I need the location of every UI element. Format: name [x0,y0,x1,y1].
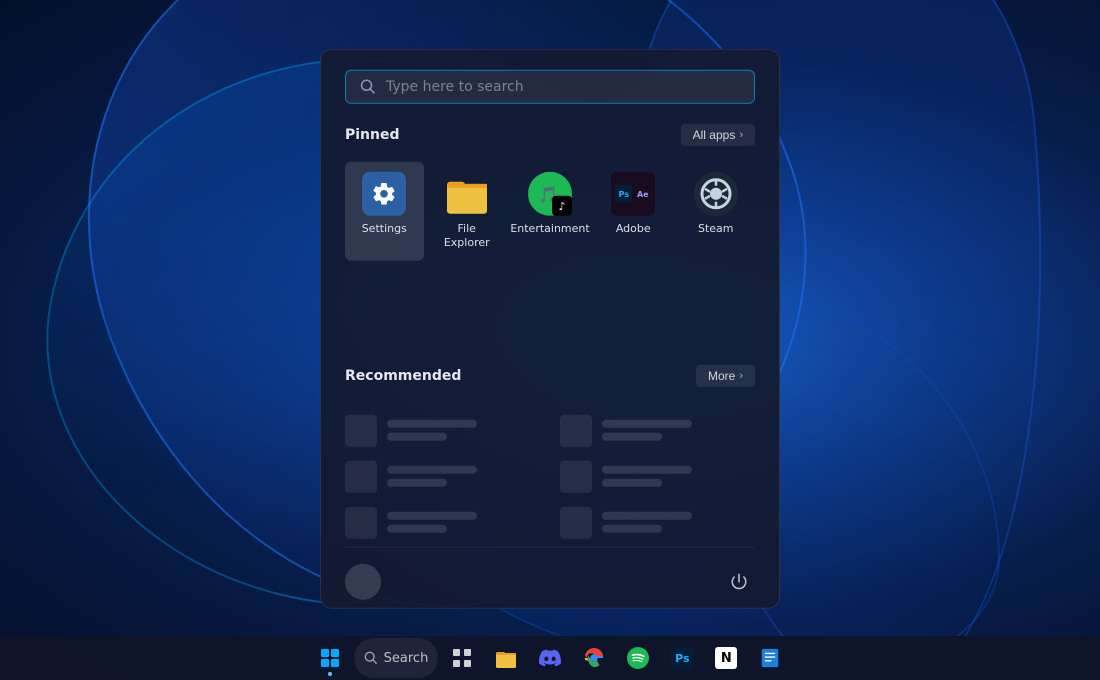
taskbar: Search [0,636,1100,680]
taskbar-photoshop[interactable]: Ps [662,638,702,678]
rec-item-3[interactable] [345,506,540,538]
recommended-title: Recommended [345,367,461,383]
rec-line-1b [387,433,447,441]
adobe-label: Adobe [616,222,651,236]
user-area[interactable] [345,563,381,599]
taskbar-center: Search [310,638,791,678]
start-menu: Type here to search Pinned All apps › Se… [320,49,780,609]
search-icon [360,79,376,95]
taskbar-start-button[interactable] [310,638,350,678]
steam-icon [694,172,738,216]
recommended-header: Recommended More › [345,364,755,386]
windows-logo-icon [321,649,339,667]
rec-item-4[interactable] [560,414,755,446]
steam-label: Steam [698,222,734,236]
app-steam[interactable]: Steam [677,162,756,261]
taskbar-task-view[interactable] [442,638,482,678]
pinned-apps-grid: Settings File Explorer 🎵 [345,162,755,261]
rec-line-3a [387,512,477,520]
rec-line-3b [387,525,447,533]
file-explorer-icon [445,172,489,216]
taskbar-discord[interactable] [530,638,570,678]
rec-item-6[interactable] [560,506,755,538]
taskbar-notepad[interactable] [750,638,790,678]
rec-line-1a [387,420,477,428]
rec-text-5 [602,466,692,487]
entertainment-icon: 🎵 ♪ [528,172,572,216]
adobe-icon: Ps Ae [611,172,655,216]
rec-line-6b [602,525,662,533]
rec-text-4 [602,420,692,441]
rec-text-6 [602,512,692,533]
rec-icon-1 [345,414,377,446]
taskbar-ps-icon: Ps [671,647,693,669]
taskbar-chrome[interactable] [574,638,614,678]
app-file-explorer[interactable]: File Explorer [428,162,507,261]
rec-line-2b [387,479,447,487]
rec-column-left [345,414,540,538]
pinned-title: Pinned [345,127,400,143]
more-label: More [708,368,735,382]
pinned-header: Pinned All apps › [345,124,755,146]
rec-text-1 [387,420,477,441]
rec-icon-4 [560,414,592,446]
entertainment-label: Entertainment [510,222,589,236]
taskbar-search-label: Search [384,651,429,666]
rec-item-2[interactable] [345,460,540,492]
rec-item-1[interactable] [345,414,540,446]
taskbar-search-button[interactable]: Search [354,638,439,678]
taskbar-chrome-icon [583,647,605,669]
settings-icon [362,172,406,216]
rec-line-2a [387,466,477,474]
chevron-right-icon: › [739,129,743,141]
task-view-icon [452,648,472,668]
rec-line-4b [602,433,662,441]
rec-text-2 [387,466,477,487]
app-entertainment[interactable]: 🎵 ♪ Entertainment [510,162,590,261]
start-menu-bottom [345,546,755,599]
taskbar-spotify[interactable] [618,638,658,678]
rec-line-5a [602,466,692,474]
app-settings[interactable]: Settings [345,162,424,261]
taskbar-notion-icon: N [715,647,737,669]
more-chevron-icon: › [739,369,743,381]
search-bar[interactable]: Type here to search [345,70,755,104]
taskbar-file-explorer[interactable] [486,638,526,678]
app-adobe[interactable]: Ps Ae Adobe [594,162,673,261]
rec-text-3 [387,512,477,533]
power-button[interactable] [723,565,755,597]
user-avatar [345,563,381,599]
taskbar-notion[interactable]: N [706,638,746,678]
taskbar-search-icon [364,651,378,665]
recommended-section: Recommended More › [345,364,755,538]
rec-line-5b [602,479,662,487]
taskbar-notepad-icon [759,647,781,669]
taskbar-file-explorer-icon [495,647,517,669]
taskbar-spotify-icon [627,647,649,669]
recommended-grid [345,402,755,538]
rec-column-right [560,414,755,538]
rec-icon-3 [345,506,377,538]
rec-line-4a [602,420,692,428]
rec-item-5[interactable] [560,460,755,492]
all-apps-label: All apps [693,128,736,142]
taskbar-discord-icon [539,647,561,669]
rec-icon-6 [560,506,592,538]
rec-icon-5 [560,460,592,492]
more-button[interactable]: More › [696,364,755,386]
rec-line-6a [602,512,692,520]
search-placeholder: Type here to search [386,79,524,95]
all-apps-button[interactable]: All apps › [681,124,755,146]
rec-icon-2 [345,460,377,492]
settings-label: Settings [362,222,407,236]
file-explorer-label: File Explorer [436,222,499,251]
